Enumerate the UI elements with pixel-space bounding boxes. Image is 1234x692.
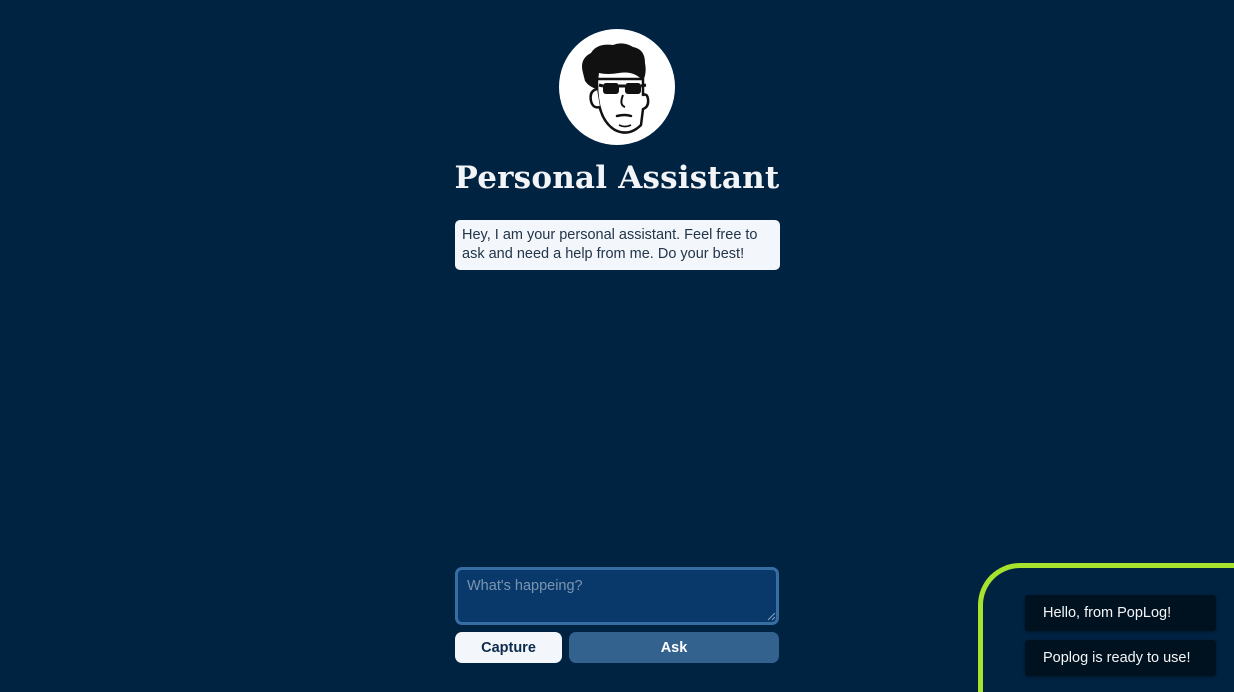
capture-button[interactable]: Capture <box>455 632 562 663</box>
cartoon-man-with-sunglasses-icon <box>582 43 650 134</box>
avatar <box>559 29 675 145</box>
prompt-input[interactable] <box>455 567 779 625</box>
ask-button[interactable]: Ask <box>569 632 779 663</box>
toast-notification[interactable]: Hello, from PopLog! <box>1025 595 1216 631</box>
page-title: Personal Assistant <box>454 160 780 196</box>
app-window: Personal Assistant Hey, I am your person… <box>0 0 1234 692</box>
assistant-message-bubble: Hey, I am your personal assistant. Feel … <box>455 220 780 270</box>
resize-grip-icon[interactable] <box>767 612 776 621</box>
toast-notification[interactable]: Poplog is ready to use! <box>1025 640 1216 676</box>
